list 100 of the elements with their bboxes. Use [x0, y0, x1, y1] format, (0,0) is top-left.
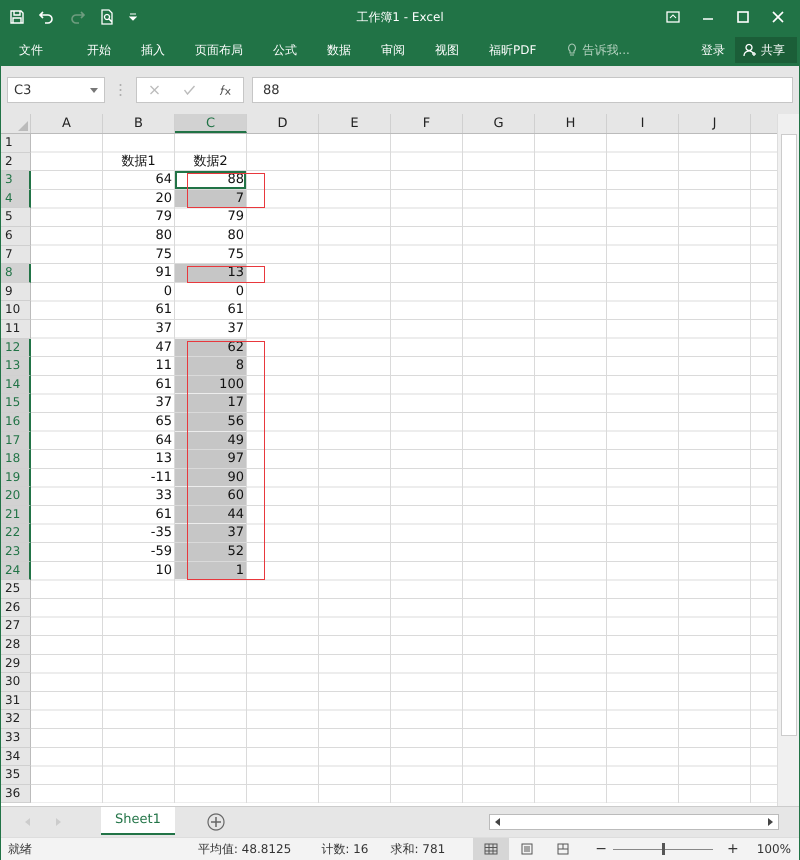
scroll-left-arrow-icon[interactable] [495, 818, 501, 826]
undo-icon[interactable] [39, 9, 55, 25]
enter-check-icon[interactable] [183, 84, 196, 96]
row-header[interactable]: 25 [1, 580, 31, 599]
close-icon[interactable] [771, 10, 785, 24]
name-box[interactable]: C3 [7, 77, 105, 103]
lightbulb-icon [567, 43, 578, 57]
row-header[interactable]: 12 [1, 338, 31, 358]
table-cell-text: 75 [226, 246, 245, 264]
table-cell-text: 80 [154, 226, 173, 245]
column-header[interactable]: I [607, 114, 679, 133]
selected-cell: 37 [175, 524, 246, 542]
share-button[interactable]: 共享 [735, 37, 797, 63]
row-header[interactable]: 7 [1, 246, 31, 264]
column-header[interactable]: H [535, 114, 607, 133]
table-cell-text: 79 [226, 208, 245, 226]
zoom-out-button[interactable]: − [595, 841, 607, 857]
print-preview-icon[interactable] [99, 9, 115, 25]
sign-in-link[interactable]: 登录 [701, 42, 725, 58]
row-header[interactable]: 14 [1, 376, 31, 394]
normal-view-button[interactable] [473, 838, 510, 860]
formula-field[interactable]: 88 [252, 77, 793, 103]
scroll-right-arrow-icon[interactable] [767, 818, 773, 826]
ribbon-tab[interactable]: 开始 [87, 42, 124, 58]
row-header[interactable]: 30 [1, 673, 31, 692]
row-header[interactable]: 3 [1, 171, 31, 190]
row-header[interactable]: 17 [1, 432, 31, 450]
ribbon-tab[interactable]: 视图 [435, 42, 472, 58]
row-header[interactable]: 31 [1, 692, 31, 710]
vertical-scrollbar[interactable] [777, 114, 799, 806]
row-header[interactable]: 20 [1, 487, 31, 506]
row-header[interactable]: 2 [1, 152, 31, 172]
row-header[interactable]: 11 [1, 320, 31, 339]
person-icon [743, 43, 757, 57]
table-cell-text: 数据2 [192, 152, 229, 170]
sum-value: 求和: 781 [390, 840, 446, 858]
column-header[interactable]: G [463, 114, 535, 133]
row-header[interactable]: 6 [1, 226, 31, 246]
row-header[interactable]: 13 [1, 357, 31, 376]
ribbon-tab[interactable]: 公式 [273, 42, 310, 58]
row-header[interactable]: 16 [1, 412, 31, 432]
ribbon-tab[interactable]: 页面布局 [195, 42, 256, 58]
selected-cell: 49 [175, 432, 246, 450]
row-header[interactable]: 18 [1, 450, 31, 469]
row-header[interactable]: 19 [1, 468, 31, 488]
row-header[interactable]: 21 [1, 506, 31, 524]
row-header[interactable]: 33 [1, 729, 31, 748]
row-header[interactable]: 15 [1, 394, 31, 413]
row-header[interactable]: 32 [1, 710, 31, 729]
zoom-in-button[interactable]: + [726, 841, 739, 857]
row-header[interactable]: 36 [1, 784, 31, 804]
row-header[interactable]: 5 [1, 208, 31, 227]
ribbon-tab[interactable]: 文件 [19, 42, 56, 58]
row-header[interactable]: 22 [1, 524, 31, 544]
dropdown-caret-icon[interactable] [90, 88, 98, 92]
table-cell-text: 37 [154, 320, 173, 338]
zoom-percent[interactable]: 100% [756, 842, 791, 856]
ribbon-display-icon[interactable] [666, 10, 680, 24]
insert-function-icon[interactable] [218, 84, 232, 96]
add-sheet-icon[interactable] [206, 813, 225, 831]
column-header[interactable]: D [247, 114, 319, 133]
column-header[interactable]: A [31, 114, 103, 133]
grid-icon [484, 843, 498, 855]
column-header[interactable]: F [391, 114, 463, 133]
selected-cell: 8 [175, 357, 246, 375]
table-cell-text: 65 [154, 412, 173, 430]
row-header[interactable]: 26 [1, 598, 31, 618]
selected-cell: 90 [175, 468, 246, 486]
row-header[interactable]: 27 [1, 617, 31, 636]
row-header[interactable]: 28 [1, 636, 31, 655]
row-header[interactable]: 29 [1, 654, 31, 674]
row-header[interactable]: 23 [1, 543, 31, 562]
row-header[interactable]: 35 [1, 766, 31, 785]
column-header[interactable]: C [175, 114, 247, 133]
row-header[interactable]: 1 [1, 134, 31, 153]
window-title: 工作簿1 - Excel [356, 8, 444, 26]
row-header[interactable]: 10 [1, 301, 31, 320]
row-header[interactable]: 9 [1, 282, 31, 302]
zoom-slider-thumb[interactable] [662, 843, 665, 855]
ribbon-tab[interactable]: 福昕PDF [489, 42, 550, 58]
ribbon-tab[interactable]: 插入 [141, 42, 178, 58]
save-icon[interactable] [9, 9, 25, 25]
ribbon-tab[interactable]: 数据 [327, 42, 364, 58]
column-header[interactable]: E [319, 114, 391, 133]
selected-cell: 100 [175, 376, 246, 394]
table-cell-text: 10 [154, 562, 173, 580]
row-header[interactable]: 34 [1, 748, 31, 766]
customize-caret-icon[interactable] [129, 13, 137, 21]
sheet-tab[interactable]: Sheet1 [101, 807, 175, 835]
ribbon-tab[interactable]: 审阅 [381, 42, 418, 58]
tell-me-field[interactable]: 告诉我... [567, 42, 630, 58]
maximize-icon[interactable] [736, 10, 750, 24]
row-header[interactable]: 24 [1, 562, 31, 580]
horizontal-scrollbar[interactable] [489, 814, 779, 830]
corner-triangle-icon [18, 121, 28, 131]
page-break-icon [556, 843, 570, 855]
row-header[interactable]: 4 [1, 190, 31, 208]
column-header[interactable]: J [679, 114, 751, 133]
selected-cell: 17 [175, 394, 246, 412]
row-header[interactable]: 8 [1, 264, 31, 283]
